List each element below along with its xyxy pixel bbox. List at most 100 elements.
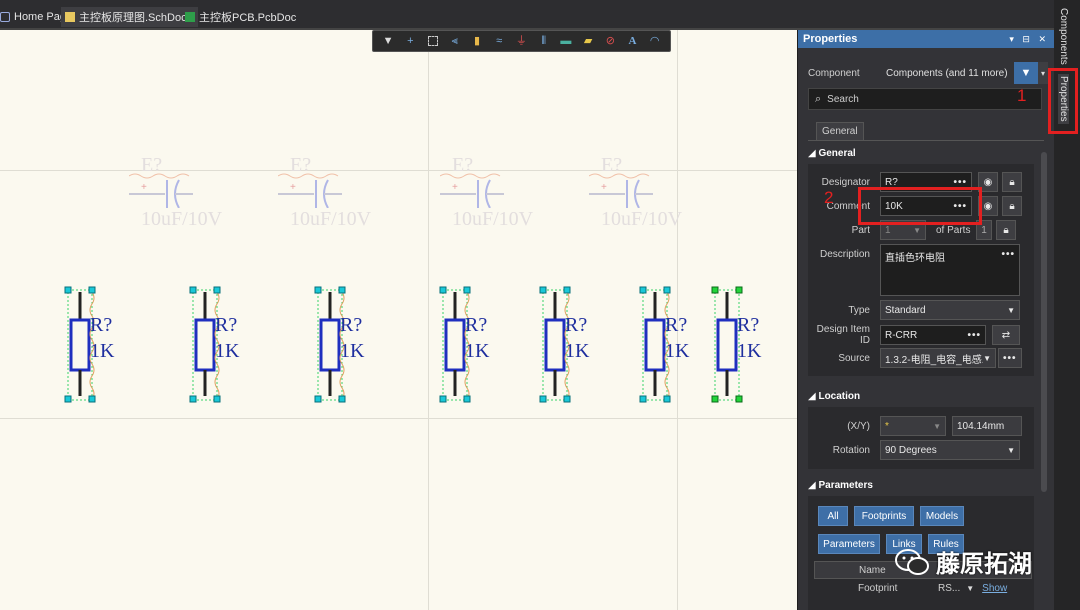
rotation-select[interactable]: 90 Degrees ▼ — [880, 440, 1020, 460]
capacitor-graphic: + — [129, 173, 193, 208]
net-label-icon[interactable]: ▰ — [581, 34, 595, 48]
tab-label: 主控板原理图.SchDoc * — [79, 12, 194, 24]
resistor-value: 1K — [665, 340, 690, 362]
power-icon[interactable]: ⏚ — [514, 34, 528, 48]
svg-text:+: + — [290, 182, 296, 193]
capacitor-symbol[interactable]: E? + 10uF/10V — [278, 154, 388, 234]
home-icon — [0, 12, 10, 22]
resistor-designator: R? — [340, 314, 363, 336]
source-value: 1.3.2-电阻_电容_电感. — [885, 354, 984, 366]
general-section-header[interactable]: ◢ General — [808, 148, 856, 159]
resistor-designator: R? — [215, 314, 238, 336]
panel-scrollbar[interactable] — [1041, 152, 1047, 492]
capacitor-symbol[interactable]: E? + 10uF/10V — [589, 154, 699, 234]
document-tab-bar: Home Page 主控板原理图.SchDoc * 主控板PCB.PcbDoc — [0, 0, 1054, 30]
chevron-down-icon: ▼ — [933, 421, 941, 431]
y-field[interactable]: 104.14mm — [952, 416, 1022, 436]
capacitor-graphic: + — [278, 173, 342, 208]
wire-icon[interactable]: ≈ — [492, 34, 506, 48]
filter-button[interactable]: ▼ — [1014, 62, 1038, 84]
capacitor-graphic: + — [589, 173, 653, 208]
lock-icon: 🔒︎ — [1009, 200, 1015, 212]
text-icon[interactable]: A — [626, 34, 640, 48]
footprint-value: RS... — [938, 582, 961, 594]
resistor-symbol[interactable]: R? 1K — [439, 286, 509, 404]
type-label: Type — [848, 304, 870, 316]
filter-footprints-button[interactable]: Footprints — [854, 506, 914, 526]
lock-toggle[interactable]: 🔒︎ — [1002, 196, 1022, 216]
capacitor-symbol[interactable]: E? + 10uF/10V — [129, 154, 239, 234]
collapse-icon: ◢ — [808, 391, 819, 402]
capacitor-value: 10uF/10V — [452, 208, 534, 230]
more-icon: ••• — [967, 329, 981, 341]
tab-general[interactable]: General — [816, 122, 864, 140]
chevron-down-icon: ▼ — [913, 225, 921, 235]
grid-line — [0, 418, 797, 419]
swap-button[interactable]: ⇄ — [992, 325, 1020, 345]
search-input[interactable]: ⌕ Search — [808, 88, 1042, 110]
chevron-down-icon: ▼ — [1007, 445, 1015, 455]
design-item-field[interactable]: R-CRR ••• — [880, 325, 986, 345]
capacitor-graphic: + — [440, 173, 504, 208]
resistor-symbol[interactable]: R? 1K — [189, 286, 259, 404]
component-value: Components (and 11 more) — [886, 67, 1008, 79]
x-field[interactable]: * ▼ — [880, 416, 946, 436]
filter-all-button[interactable]: All — [818, 506, 848, 526]
tab-pcbdoc[interactable]: 主控板PCB.PcbDoc — [181, 7, 300, 27]
directive-icon[interactable]: ⊘ — [603, 34, 617, 48]
type-select[interactable]: Standard ▼ — [880, 300, 1020, 320]
capacitor-symbol[interactable]: E? + 10uF/10V — [440, 154, 550, 234]
lock-toggle[interactable]: 🔒︎ — [1002, 172, 1022, 192]
resistor-symbol-selected[interactable]: R? 1K — [711, 286, 781, 404]
part-icon[interactable]: ▮ — [470, 34, 484, 48]
description-row: Description 直插色环电阻 ••• — [808, 244, 1020, 296]
parameters-section-header[interactable]: ◢ Parameters — [808, 480, 873, 491]
tab-general-label: General — [822, 126, 858, 137]
collapse-icon: ◢ — [808, 480, 819, 491]
source-label: Source — [838, 352, 870, 364]
tab-schdoc[interactable]: 主控板原理图.SchDoc * — [61, 7, 198, 27]
collapse-icon: ◢ — [808, 148, 819, 159]
resistor-symbol[interactable]: R? 1K — [639, 286, 709, 404]
chevron-down-icon: ▼ — [1007, 305, 1015, 315]
port-icon[interactable]: ▬ — [559, 34, 573, 48]
select-rect-icon[interactable] — [426, 34, 440, 48]
parameters-section-label: Parameters — [818, 480, 873, 491]
designator-value: R? — [885, 176, 898, 188]
type-row: Type Standard ▼ — [808, 300, 1020, 320]
lock-toggle[interactable]: 🔒︎ — [996, 220, 1016, 240]
table-row[interactable]: Footprint RS... ▼ Show — [814, 579, 1032, 597]
part-value: 1 — [885, 224, 891, 236]
align-icon[interactable]: ⫷ — [448, 34, 462, 48]
source-more-button[interactable]: ••• — [998, 348, 1022, 368]
rotation-row: Rotation 90 Degrees ▼ — [808, 440, 1020, 460]
bus-icon[interactable]: ⫴ — [537, 34, 551, 48]
filter-icon[interactable]: ▼ — [381, 34, 395, 48]
rotation-label: Rotation — [832, 444, 870, 456]
filter-models-button[interactable]: Models — [920, 506, 964, 526]
search-icon: ⌕ — [815, 92, 822, 105]
part-label: Part — [851, 224, 870, 236]
chevron-down-icon: ▼ — [966, 583, 975, 593]
resistor-symbol[interactable]: R? 1K — [314, 286, 384, 404]
chevron-down-icon: ▼ — [983, 353, 991, 363]
designator-label: Designator — [821, 176, 870, 188]
resistor-symbol[interactable]: R? 1K — [64, 286, 134, 404]
schematic-canvas[interactable]: ▼ + ⫷ ▮ ≈ ⏚ ⫴ ▬ ▰ ⊘ A ◠ E? + 10uF/10V E? — [0, 30, 797, 610]
description-field[interactable]: 直插色环电阻 ••• — [880, 244, 1020, 296]
footprint-show-link[interactable]: Show — [982, 583, 1007, 594]
filter-parameters-button[interactable]: Parameters — [818, 534, 880, 554]
svg-text:+: + — [141, 182, 147, 193]
arc-icon[interactable]: ◠ — [648, 34, 662, 48]
components-side-tab[interactable]: Components — [1058, 8, 1069, 65]
rotation-value: 90 Degrees — [885, 444, 937, 456]
name-column-header: Name — [859, 564, 886, 576]
source-select[interactable]: 1.3.2-电阻_电容_电感. ▼ — [880, 348, 996, 368]
panel-controls[interactable]: ▾ ⊟ ✕ — [1009, 34, 1049, 45]
resistor-value: 1K — [340, 340, 365, 362]
watermark: 藤原拓湖 — [894, 544, 1032, 579]
location-section-header[interactable]: ◢ Location — [808, 391, 860, 402]
add-icon[interactable]: + — [403, 34, 417, 48]
resistor-symbol[interactable]: R? 1K — [539, 286, 609, 404]
filter-dropdown-icon[interactable]: ▾ — [1038, 62, 1048, 84]
